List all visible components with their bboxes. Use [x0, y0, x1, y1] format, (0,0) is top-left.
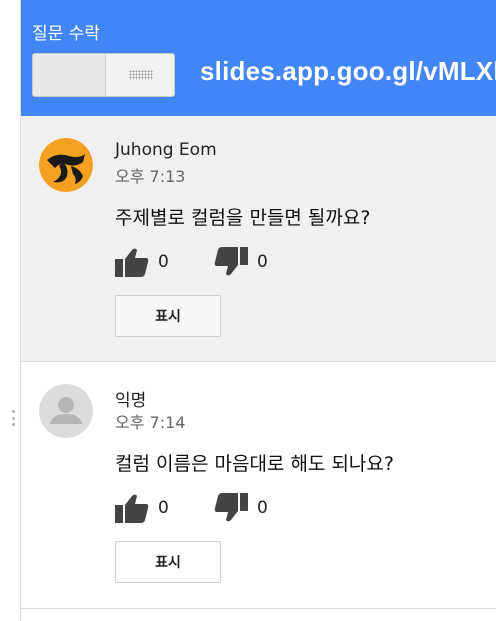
- qa-header: 질문 수락 slides.app.goo.gl/vMLXh: [21, 0, 496, 116]
- question-card: Juhong Eom 오후 7:13 주제별로 컬럼을 만들면 될까요? 0 0…: [21, 116, 496, 362]
- upvote-count: 0: [158, 252, 169, 272]
- author-name: 익명: [115, 391, 147, 411]
- present-button[interactable]: 표시: [115, 541, 221, 583]
- avatar: [39, 384, 93, 438]
- upvote-control[interactable]: 0: [115, 247, 169, 277]
- avatar: [39, 138, 93, 192]
- question-text: 주제별로 컬럼을 만들면 될까요?: [115, 207, 371, 229]
- accept-questions-label: 질문 수락: [32, 24, 100, 44]
- question-time: 오후 7:13: [115, 167, 186, 186]
- toggle-track: [33, 54, 106, 96]
- left-panel-strip: [0, 0, 21, 621]
- qa-panel: 질문 수락 slides.app.goo.gl/vMLXh Juhong Eom…: [21, 0, 496, 621]
- downvote-count: 0: [257, 252, 268, 272]
- upvote-control[interactable]: 0: [115, 493, 169, 523]
- question-card: 익명 오후 7:14 컬럼 이름은 마음대로 해도 되나요? 0 0 표시: [21, 362, 496, 609]
- resize-handle[interactable]: [12, 410, 16, 426]
- downvote-control[interactable]: 0: [214, 247, 268, 277]
- question-text: 컬럼 이름은 마음대로 해도 되나요?: [115, 453, 394, 475]
- downvote-count: 0: [257, 498, 268, 518]
- downvote-control[interactable]: 0: [214, 493, 268, 523]
- thumbs-up-icon: [115, 248, 149, 277]
- question-time: 오후 7:14: [115, 413, 186, 432]
- toggle-grip-icon: [129, 70, 153, 80]
- thumbs-down-icon: [214, 493, 248, 522]
- thumbs-up-icon: [115, 494, 149, 523]
- author-name: Juhong Eom: [115, 140, 217, 160]
- accept-questions-toggle[interactable]: [32, 53, 175, 97]
- audience-url: slides.app.goo.gl/vMLXh: [200, 56, 496, 86]
- upvote-count: 0: [158, 498, 169, 518]
- present-button[interactable]: 표시: [115, 295, 221, 337]
- thumbs-down-icon: [214, 247, 248, 276]
